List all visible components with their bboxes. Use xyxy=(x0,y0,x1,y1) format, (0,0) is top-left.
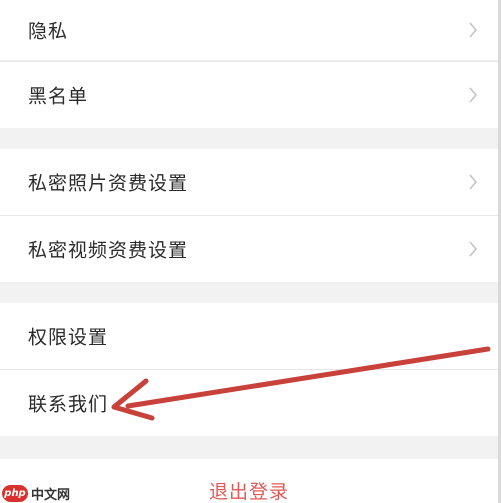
watermark-text: 中文网 xyxy=(31,487,71,503)
settings-item-label: 私密视频资费设置 xyxy=(28,239,189,262)
settings-item-label: 权限设置 xyxy=(28,326,109,349)
logout-button[interactable]: 退出登录 xyxy=(0,459,498,503)
settings-item-contact-us[interactable]: 联系我们 xyxy=(0,370,498,436)
settings-item-privacy[interactable]: 隐私 xyxy=(0,0,498,60)
settings-item-label: 私密照片资费设置 xyxy=(28,172,189,195)
settings-item-blacklist[interactable]: 黑名单 xyxy=(0,62,498,128)
chevron-right-icon xyxy=(469,87,478,103)
chevron-right-icon xyxy=(469,241,478,257)
settings-item-label: 联系我们 xyxy=(28,393,109,416)
settings-item-permissions[interactable]: 权限设置 xyxy=(0,303,498,369)
settings-item-private-photo-fee[interactable]: 私密照片资费设置 xyxy=(0,149,498,215)
settings-item-private-video-fee[interactable]: 私密视频资费设置 xyxy=(0,216,498,282)
settings-item-label: 隐私 xyxy=(28,20,69,43)
settings-item-label: 黑名单 xyxy=(28,85,89,108)
logout-label: 退出登录 xyxy=(208,481,289,503)
chevron-right-icon xyxy=(469,22,478,38)
settings-screen: 隐私 黑名单 私密照片资费设置 私密视频资费设置 权限设置 联系我们 退出登录 xyxy=(0,0,501,503)
watermark-logo: php 中文网 xyxy=(2,483,70,503)
watermark-badge: php xyxy=(2,484,28,502)
chevron-right-icon xyxy=(469,174,478,190)
